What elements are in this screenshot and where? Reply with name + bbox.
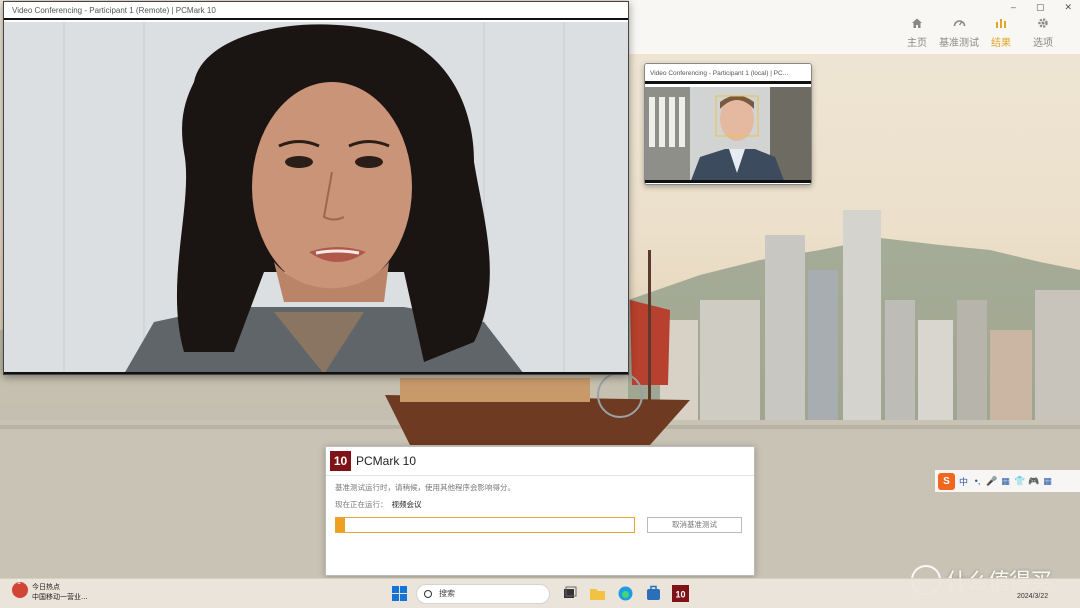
news-subtitle: 中国移动一营业... xyxy=(32,593,88,601)
gear-icon xyxy=(1022,17,1064,34)
local-participant-image xyxy=(645,87,811,180)
edge-browser-icon[interactable] xyxy=(617,585,634,602)
ime-toolbar: S 中 •, 🎤 ▦ 👕 🎮 ▦ xyxy=(935,470,1080,492)
remote-video-feed xyxy=(4,22,628,374)
nav-results-label: 结果 xyxy=(991,38,1011,49)
pcmark-logo: 10 xyxy=(330,451,351,471)
main-nav: 主页 基准测试 结果 选项 xyxy=(896,17,1064,49)
nav-home[interactable]: 主页 xyxy=(896,17,938,49)
progress-fill xyxy=(336,518,345,532)
svg-text:10: 10 xyxy=(675,590,685,600)
news-title: 今日热点 xyxy=(32,583,60,591)
remote-window-title: Video Conferencing - Participant 1 (Remo… xyxy=(4,2,628,20)
remote-participant-image xyxy=(4,22,628,372)
remote-video-window[interactable]: Video Conferencing - Participant 1 (Remo… xyxy=(3,1,629,375)
nav-options-label: 选项 xyxy=(1033,38,1053,49)
news-widget[interactable]: 1 今日热点 中国移动一营业... xyxy=(12,579,88,602)
nav-options[interactable]: 选项 xyxy=(1022,17,1064,49)
ime-toolbox-icon[interactable]: ▦ xyxy=(1042,476,1053,487)
ime-skin-icon[interactable]: 👕 xyxy=(1014,476,1025,487)
nav-results[interactable]: 结果 xyxy=(980,17,1022,49)
running-label: 现在正在运行： xyxy=(335,500,388,509)
ime-keyboard-icon[interactable]: ▦ xyxy=(1000,476,1011,487)
pcmark-app-header: – ▢ ✕ 主页 基准测试 结果 选项 xyxy=(628,0,1080,54)
progress-bar xyxy=(335,517,635,533)
pcmark-progress-dialog: 10 PCMark 10 基准测试运行时，请稍候，使用其他程序会影响得分。 现在… xyxy=(325,446,755,576)
news-widget-icon: 1 xyxy=(12,579,28,598)
minimize-button[interactable]: – xyxy=(1011,2,1016,13)
pcmark-taskbar-icon[interactable]: 10 xyxy=(672,585,689,602)
taskbar-date[interactable]: 2024/3/22 xyxy=(1017,593,1048,600)
start-button[interactable] xyxy=(392,586,407,601)
results-icon xyxy=(980,17,1022,34)
microsoft-store-icon[interactable] xyxy=(645,585,662,602)
task-view-icon[interactable] xyxy=(561,585,578,602)
ime-punctuation-icon[interactable]: •, xyxy=(972,476,983,486)
nav-benchmark[interactable]: 基准测试 xyxy=(938,17,980,49)
home-icon xyxy=(896,17,938,34)
local-video-feed xyxy=(645,87,811,183)
ime-chinese-mode[interactable]: 中 xyxy=(958,475,969,488)
running-status: 现在正在运行： 视频会议 xyxy=(335,499,422,510)
search-placeholder: 搜索 xyxy=(439,589,455,598)
maximize-button[interactable]: ▢ xyxy=(1036,2,1045,13)
dialog-message: 基准测试运行时，请稍候，使用其他程序会影响得分。 xyxy=(335,483,515,492)
file-explorer-icon[interactable] xyxy=(589,585,606,602)
running-value: 视频会议 xyxy=(391,500,422,509)
benchmark-icon xyxy=(938,17,980,34)
cancel-benchmark-button[interactable]: 取消基准测试 xyxy=(647,517,742,533)
nav-benchmark-label: 基准测试 xyxy=(939,38,979,49)
local-video-window[interactable]: Video Conferencing - Participant 1 (loca… xyxy=(644,63,812,185)
window-controls: – ▢ ✕ xyxy=(1011,2,1072,13)
local-window-title: Video Conferencing - Participant 1 (loca… xyxy=(645,64,811,84)
sogou-logo-icon[interactable]: S xyxy=(938,472,955,490)
taskbar: 1 今日热点 中国移动一营业... 搜索 10 2024/3/22 xyxy=(0,578,1080,608)
search-icon xyxy=(424,590,432,598)
ime-voice-icon[interactable]: 🎤 xyxy=(986,476,997,487)
close-button[interactable]: ✕ xyxy=(1064,2,1072,13)
dialog-divider xyxy=(326,475,754,476)
dialog-title: PCMark 10 xyxy=(356,454,417,468)
ime-game-icon[interactable]: 🎮 xyxy=(1028,476,1039,487)
news-badge-count: 1 xyxy=(17,579,21,586)
nav-home-label: 主页 xyxy=(907,38,927,49)
taskbar-search[interactable]: 搜索 xyxy=(416,584,550,604)
